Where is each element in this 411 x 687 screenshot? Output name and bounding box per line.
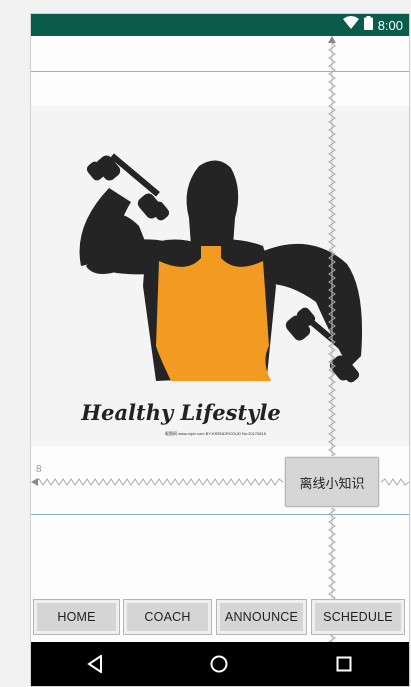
bottom-tab-row: HOME COACH ANNOUNCE SCHEDULE — [31, 599, 409, 637]
tab-schedule[interactable]: SCHEDULE — [311, 599, 405, 635]
wifi-icon — [342, 16, 359, 34]
layout-guide-line — [31, 514, 409, 515]
tab-coach[interactable]: COACH — [123, 599, 212, 635]
battery-icon — [363, 15, 373, 35]
recents-icon[interactable] — [336, 656, 352, 677]
status-bar: 8:00 — [31, 14, 409, 36]
hero-caption: Healthy Lifestyle — [81, 400, 281, 425]
tab-schedule-label: SCHEDULE — [323, 610, 393, 624]
offline-tips-button[interactable]: 离线小知识 — [285, 457, 379, 507]
home-icon[interactable] — [210, 655, 228, 678]
back-icon[interactable] — [87, 654, 103, 678]
tab-announce[interactable]: ANNOUNCE — [216, 599, 307, 635]
device-screen: 8:00 Healthy Lifestyle 昵图网 www.nipic.com… — [30, 13, 410, 687]
bodybuilder-illustration — [79, 153, 363, 383]
tab-home-label: HOME — [57, 610, 96, 624]
hero-small-caption: 昵图网 www.nipic.com BY:KRENDRGOUD No:20170… — [165, 431, 266, 436]
tab-coach-label: COACH — [144, 610, 191, 624]
offline-tips-label: 离线小知识 — [299, 475, 365, 491]
margin-label: 8 — [36, 464, 42, 475]
tab-home[interactable]: HOME — [33, 599, 120, 635]
hero-image: Healthy Lifestyle 昵图网 www.nipic.com BY:K… — [31, 106, 409, 446]
navigation-bar — [31, 642, 409, 686]
status-time: 8:00 — [377, 17, 403, 33]
layout-guide-line — [31, 71, 409, 72]
vertical-margin-guide — [328, 36, 336, 664]
tab-announce-label: ANNOUNCE — [224, 610, 299, 624]
status-icons: 8:00 — [342, 15, 403, 35]
